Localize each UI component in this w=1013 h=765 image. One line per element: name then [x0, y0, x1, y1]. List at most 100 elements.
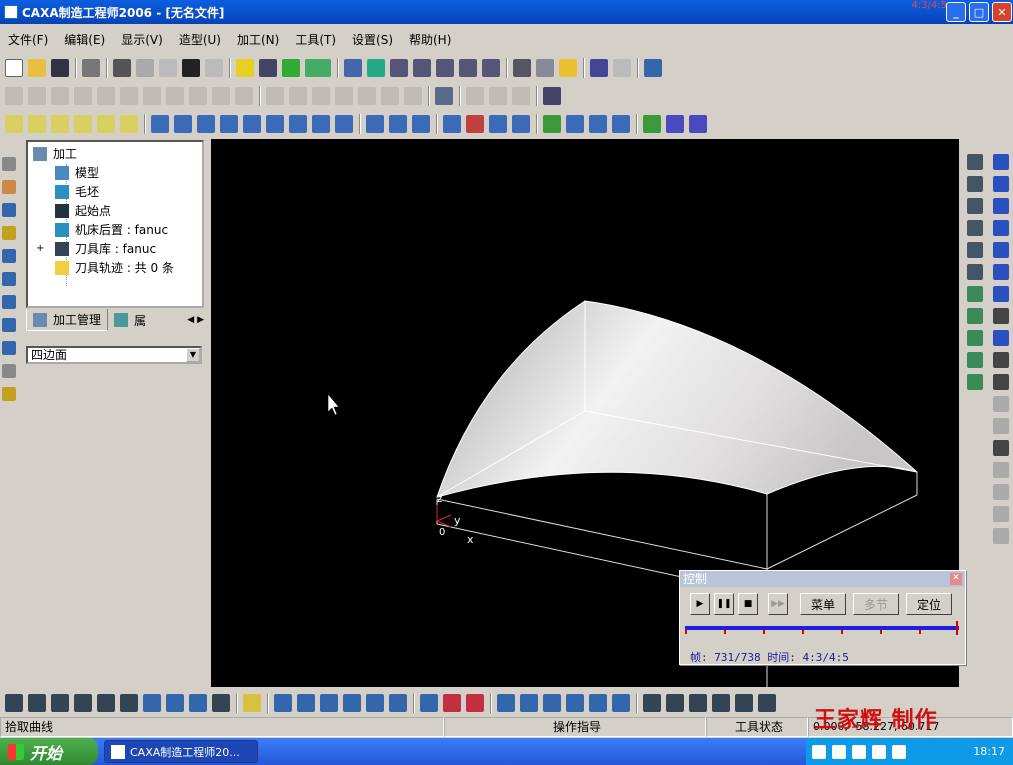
region-rough-icon[interactable]: [28, 115, 46, 133]
grid-icon[interactable]: [967, 264, 983, 280]
query-e-icon[interactable]: [735, 694, 753, 712]
formula-curve-icon[interactable]: [993, 308, 1009, 324]
finish-e-icon[interactable]: [243, 115, 261, 133]
stop-button[interactable]: ■: [738, 593, 758, 615]
sketch-icon[interactable]: [543, 87, 561, 105]
network-icon[interactable]: [852, 744, 866, 759]
finish-i-icon[interactable]: [335, 115, 353, 133]
surface-type-select[interactable]: 四边面 ▼: [26, 346, 202, 364]
cut-icon[interactable]: [113, 59, 131, 77]
trim-icon[interactable]: [993, 506, 1009, 522]
geometry-a-icon[interactable]: [497, 694, 515, 712]
layer-icon[interactable]: [305, 59, 331, 77]
curve-edit-a-icon[interactable]: [967, 286, 983, 302]
spline-icon[interactable]: [993, 264, 1009, 280]
tree-item-blank[interactable]: 毛坯: [55, 183, 99, 200]
volume-icon[interactable]: [872, 744, 886, 759]
curve-edit-c-icon[interactable]: [967, 330, 983, 346]
ellipse-icon[interactable]: [993, 242, 1009, 258]
sweep-icon[interactable]: [51, 87, 69, 105]
minimize-button[interactable]: _: [946, 2, 966, 22]
pattern-icon[interactable]: [289, 87, 307, 105]
play-button[interactable]: ▶: [690, 593, 710, 615]
curve-edit-e-icon[interactable]: [967, 374, 983, 390]
pause-button[interactable]: ❚❚: [714, 593, 734, 615]
transform-icon[interactable]: [2, 249, 16, 263]
curve-tool-f-icon[interactable]: [389, 694, 407, 712]
probe-icon[interactable]: [644, 59, 662, 77]
geometry-e-icon[interactable]: [589, 694, 607, 712]
copy-icon[interactable]: [136, 59, 154, 77]
menu-help[interactable]: 帮助(H): [401, 31, 459, 48]
light-tool-icon[interactable]: [2, 387, 16, 401]
draft-icon[interactable]: [212, 87, 230, 105]
window-icon[interactable]: [344, 59, 362, 77]
keyboard-icon[interactable]: [812, 744, 826, 759]
curve-tool-d-icon[interactable]: [343, 694, 361, 712]
rib-icon[interactable]: [266, 87, 284, 105]
control-close-button[interactable]: ✕: [950, 573, 962, 585]
zoom-in-icon[interactable]: [413, 59, 431, 77]
simulate-icon[interactable]: [543, 115, 561, 133]
redo-icon[interactable]: [205, 59, 223, 77]
feature-c-icon[interactable]: [512, 87, 530, 105]
paste-view-icon[interactable]: [613, 59, 631, 77]
curve-tool-c-icon[interactable]: [320, 694, 338, 712]
eraser-icon[interactable]: [993, 462, 1009, 478]
move-icon[interactable]: [2, 272, 16, 286]
finish-b-icon[interactable]: [174, 115, 192, 133]
geometry-c-icon[interactable]: [543, 694, 561, 712]
drill-icon[interactable]: [512, 115, 530, 133]
curve-tool-e-icon[interactable]: [366, 694, 384, 712]
tab-scroll-arrows[interactable]: ◀ ▶: [187, 315, 204, 325]
export-icon[interactable]: [993, 528, 1009, 544]
open-file-icon[interactable]: [28, 59, 46, 77]
chamfer-icon[interactable]: [166, 87, 184, 105]
text-doc-icon[interactable]: [967, 242, 983, 258]
loft-icon[interactable]: [74, 87, 92, 105]
select-arrow-icon[interactable]: [2, 157, 16, 171]
tree-item-machine-post[interactable]: 机床后置 : fanuc: [55, 221, 168, 238]
supplement-c-icon[interactable]: [412, 115, 430, 133]
properties-icon[interactable]: [2, 203, 16, 217]
tree-root-machining[interactable]: 加工: [33, 145, 77, 162]
rotate-icon[interactable]: [459, 59, 477, 77]
menu-button[interactable]: 菜单: [800, 593, 846, 615]
verify-icon[interactable]: [589, 115, 607, 133]
finish-c-icon[interactable]: [197, 115, 215, 133]
triangle-icon[interactable]: [967, 198, 983, 214]
transform-2d-icon[interactable]: [967, 220, 983, 236]
edit-path-icon[interactable]: [566, 115, 584, 133]
pencil-icon[interactable]: [2, 180, 16, 194]
zoom-window-icon[interactable]: [390, 59, 408, 77]
surface-tool-c-icon[interactable]: [51, 694, 69, 712]
menu-view[interactable]: 显示(V): [113, 31, 171, 48]
angle-line-icon[interactable]: [993, 352, 1009, 368]
geometry-d-icon[interactable]: [566, 694, 584, 712]
revolve-icon[interactable]: [28, 87, 46, 105]
light-icon[interactable]: [236, 59, 254, 77]
shaded-icon[interactable]: [559, 59, 577, 77]
fillet-2d-icon[interactable]: [993, 374, 1009, 390]
surface-tool-j-icon[interactable]: [212, 694, 230, 712]
scale-icon[interactable]: [335, 87, 353, 105]
surface-tool-b-icon[interactable]: [28, 694, 46, 712]
start-button[interactable]: 开始: [0, 738, 98, 765]
hole-icon[interactable]: [235, 87, 253, 105]
curve-tool-h-icon[interactable]: [443, 694, 461, 712]
pocket-icon[interactable]: [489, 115, 507, 133]
surface-a-icon[interactable]: [993, 396, 1009, 412]
menu-file[interactable]: 文件(F): [0, 31, 56, 48]
finish-a-icon[interactable]: [151, 115, 169, 133]
supplement-a-icon[interactable]: [366, 115, 384, 133]
fillet-icon[interactable]: [143, 87, 161, 105]
dimension-icon[interactable]: [967, 154, 983, 170]
feature-b-icon[interactable]: [489, 87, 507, 105]
step-button[interactable]: ▶▶: [768, 593, 788, 615]
menu-modeling[interactable]: 造型(U): [171, 31, 229, 48]
surface-tool-g-icon[interactable]: [143, 694, 161, 712]
circle-icon[interactable]: [993, 198, 1009, 214]
polygon-icon[interactable]: [993, 330, 1009, 346]
taskbar-item-caxa[interactable]: CAXA制造工程师20...: [104, 740, 258, 763]
tree-item-tool-library[interactable]: + 刀具库 : fanuc: [36, 240, 156, 257]
